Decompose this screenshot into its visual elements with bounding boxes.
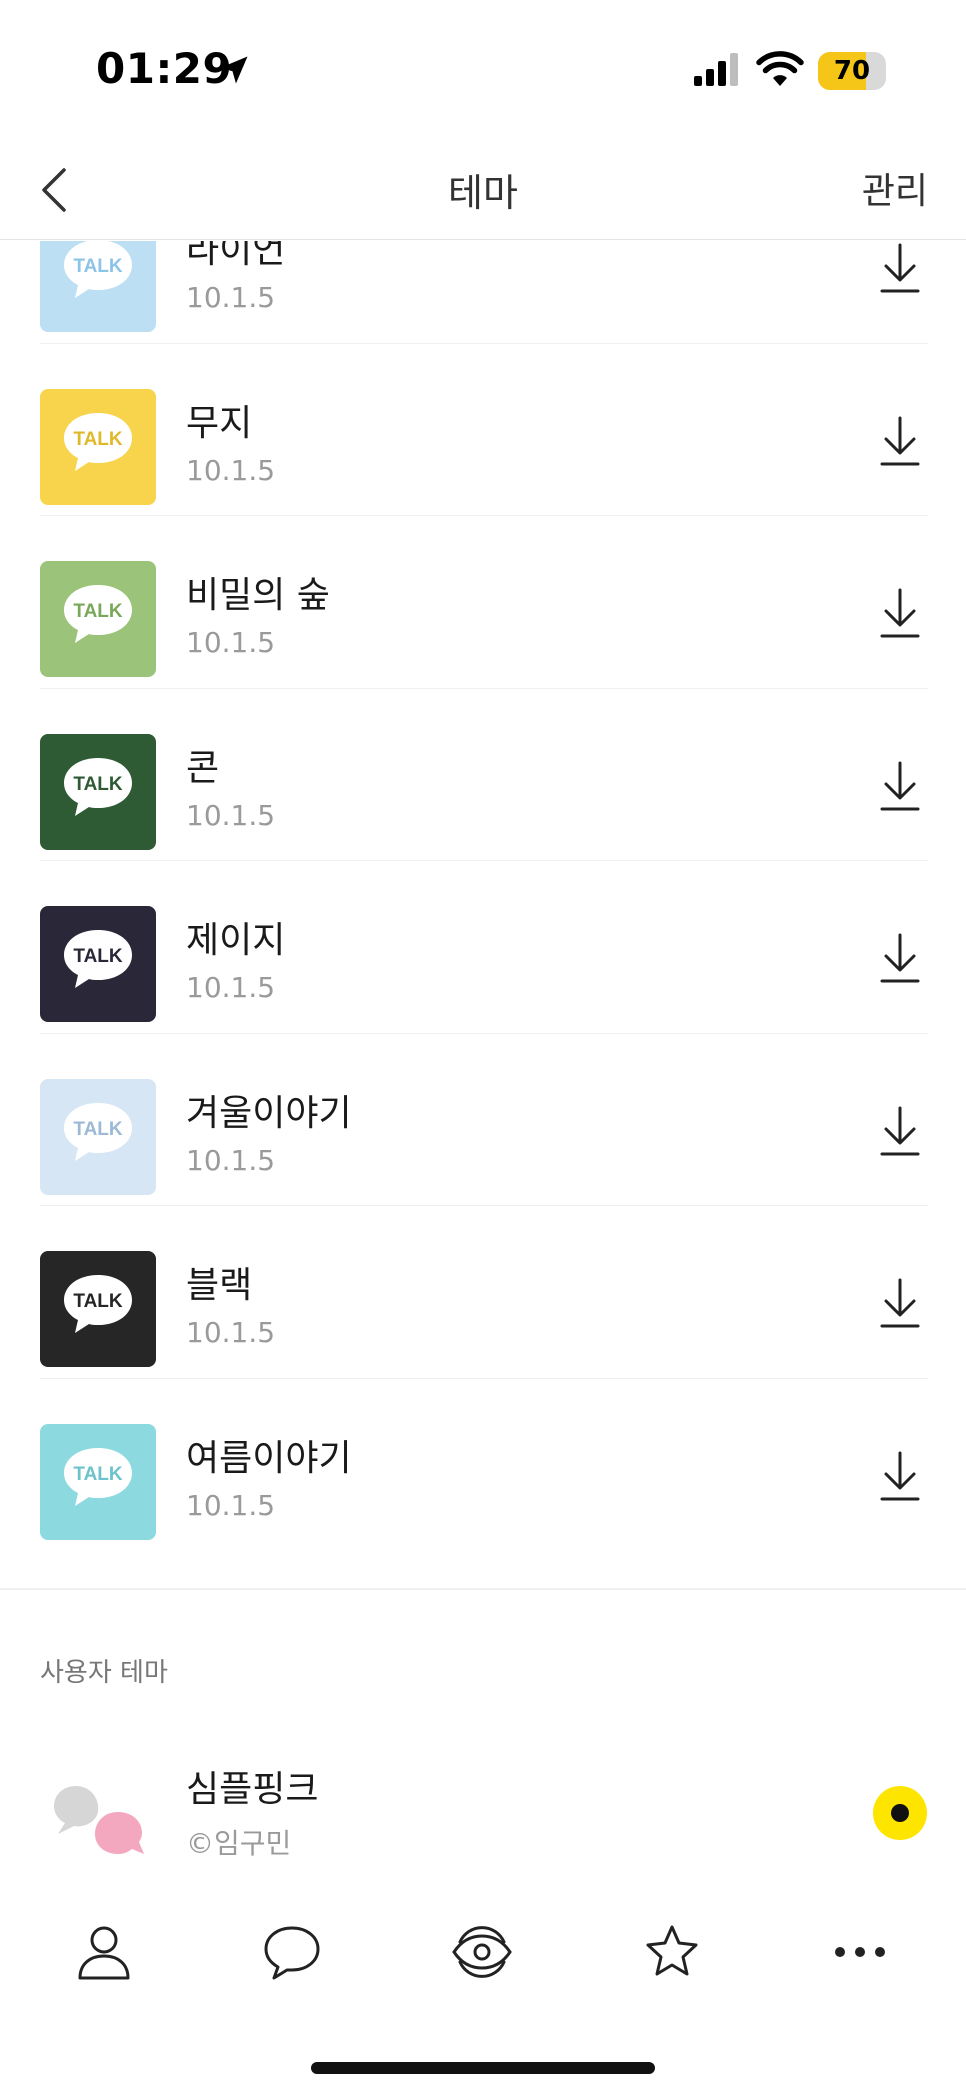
theme-list: TALK 라이언 10.1.5 TALK 무지 10.1.5 TALK 비밀의 숲 10.1.5… [0, 241, 966, 1551]
battery-tip [880, 64, 886, 78]
theme-version: 10.1.5 [186, 1488, 276, 1522]
theme-thumbnail-art: TALK [40, 1078, 156, 1195]
theme-version: 10.1.5 [186, 626, 276, 659]
theme-name: 제이지 [186, 920, 286, 961]
theme-thumbnail: TALK [40, 1423, 156, 1540]
theme-thumbnail: TALK [40, 1078, 156, 1195]
theme-thumbnail: TALK [40, 241, 156, 332]
download-icon[interactable] [876, 1102, 924, 1162]
bottom-tab-bar [0, 1892, 966, 2012]
more-dots-icon[interactable] [830, 1922, 890, 1982]
simple-pink-thumbnail [54, 1786, 144, 1854]
theme-list-area: TALK 라이언 10.1.5 TALK 무지 10.1.5 TALK 비밀의 숲 10.1.5… [0, 241, 966, 1881]
theme-row[interactable]: TALK 여름이야기 10.1.5 [0, 1379, 966, 1552]
theme-version: 10.1.5 [186, 1316, 276, 1349]
wifi-icon [756, 51, 804, 86]
download-icon[interactable] [876, 929, 924, 989]
theme-thumbnail-art: TALK [40, 733, 156, 850]
download-icon[interactable] [876, 584, 924, 644]
theme-version: 10.1.5 [186, 1143, 276, 1177]
user-theme-name: 심플핑크 [186, 1769, 319, 1810]
theme-thumbnail: TALK [40, 1251, 156, 1367]
theme-thumbnail-art: TALK [40, 561, 156, 677]
theme-version: 10.1.5 [186, 971, 276, 1004]
theme-row[interactable]: TALK 제이지 10.1.5 [0, 861, 966, 1034]
theme-thumbnail: TALK [40, 561, 156, 677]
theme-version: 10.1.5 [186, 453, 276, 487]
talk-bubble-text: TALK [73, 1119, 123, 1140]
theme-thumbnail-art: TALK [40, 241, 156, 332]
theme-thumbnail-art: TALK [40, 388, 156, 505]
status-time: 01:29 [96, 44, 233, 93]
talk-bubble-text: TALK [73, 429, 123, 450]
home-indicator[interactable] [311, 2062, 655, 2074]
talk-bubble-text: TALK [73, 256, 123, 277]
theme-thumbnail: TALK [40, 906, 156, 1022]
theme-row[interactable]: TALK 라이언 10.1.5 [0, 241, 966, 344]
nav-header: 테마 관리 [0, 140, 966, 240]
theme-name: 콘 [186, 747, 220, 789]
view-eye-icon[interactable] [452, 1922, 512, 1982]
theme-row[interactable]: TALK 콘 10.1.5 [0, 689, 966, 861]
theme-row[interactable]: TALK 겨울이야기 10.1.5 [0, 1034, 966, 1206]
star-icon[interactable] [642, 1922, 702, 1982]
status-bar: 01:29 70 [0, 0, 966, 140]
download-icon[interactable] [876, 412, 924, 472]
talk-bubble-text: TALK [73, 1291, 123, 1312]
download-icon[interactable] [876, 757, 924, 817]
theme-thumbnail: TALK [40, 733, 156, 850]
theme-thumbnail-art: TALK [40, 906, 156, 1022]
theme-version: 10.1.5 [186, 281, 276, 314]
theme-name: 여름이야기 [186, 1437, 352, 1479]
user-theme-row[interactable]: 심플핑크 ©임구민 [0, 1738, 966, 1881]
theme-row[interactable]: TALK 비밀의 숲 10.1.5 [0, 516, 966, 689]
chat-bubble-icon[interactable] [262, 1922, 322, 1982]
person-icon[interactable] [74, 1922, 134, 1982]
talk-bubble-text: TALK [73, 601, 123, 622]
theme-name: 겨울이야기 [186, 1092, 352, 1134]
theme-name: 블랙 [186, 1265, 253, 1306]
user-theme-section-title: 사용자 테마 [40, 1658, 168, 1688]
theme-name: 라이언 [186, 241, 286, 271]
theme-thumbnail: TALK [40, 388, 156, 505]
talk-bubble-text: TALK [73, 774, 123, 795]
theme-row[interactable]: TALK 무지 10.1.5 [0, 344, 966, 516]
talk-bubble-text: TALK [73, 1464, 123, 1485]
talk-bubble-text: TALK [73, 946, 123, 967]
download-icon[interactable] [876, 241, 924, 299]
download-icon[interactable] [876, 1447, 924, 1507]
download-icon[interactable] [876, 1274, 924, 1334]
location-arrow-icon [220, 56, 248, 84]
selected-radio-indicator[interactable] [873, 1786, 927, 1840]
page-title: 테마 [448, 171, 518, 215]
theme-thumbnail-art: TALK [40, 1423, 156, 1540]
theme-thumbnail-art: TALK [40, 1251, 156, 1367]
theme-row[interactable]: TALK 블랙 10.1.5 [0, 1206, 966, 1379]
battery-icon: 70 [818, 52, 886, 90]
theme-name: 무지 [186, 402, 253, 444]
user-theme-author: ©임구민 [186, 1827, 292, 1860]
theme-version: 10.1.5 [186, 798, 276, 832]
section-divider [0, 1588, 966, 1590]
cellular-signal-icon [694, 53, 738, 86]
battery-level: 70 [833, 56, 871, 86]
manage-button[interactable]: 관리 [862, 162, 928, 214]
theme-name: 비밀의 숲 [186, 575, 330, 616]
